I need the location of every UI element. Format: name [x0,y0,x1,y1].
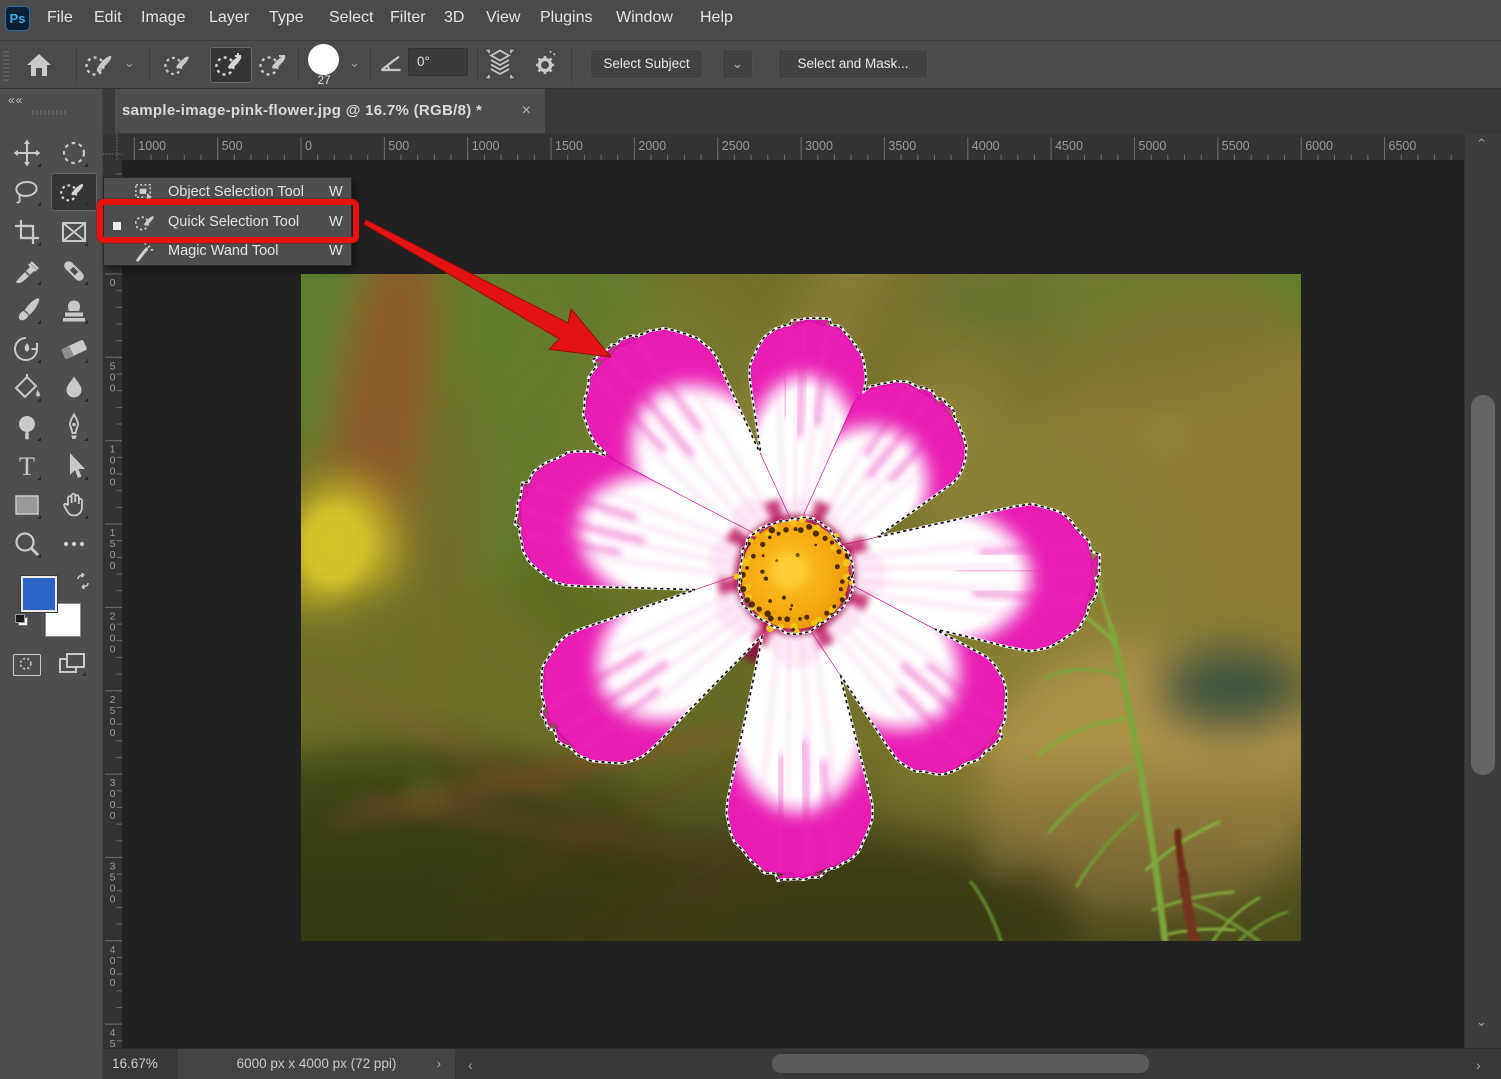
svg-text:5500: 5500 [1222,139,1250,153]
svg-text:3000: 3000 [805,139,833,153]
svg-text:0: 0 [110,277,116,289]
svg-text:500: 500 [388,139,409,153]
svg-text:1000: 1000 [472,139,500,153]
svg-text:T: T [19,452,35,481]
svg-text:0: 0 [110,810,116,822]
svg-text:3500: 3500 [888,139,916,153]
svg-text:0: 0 [110,382,116,394]
svg-text:1000: 1000 [138,139,166,153]
svg-text:0: 0 [110,977,116,989]
svg-text:0: 0 [110,643,116,655]
svg-text:0: 0 [110,727,116,739]
svg-text:0: 0 [110,893,116,905]
svg-text:5000: 5000 [1139,139,1167,153]
svg-text:1500: 1500 [555,139,583,153]
svg-text:4000: 4000 [972,139,1000,153]
svg-text:500: 500 [222,139,243,153]
svg-text:0: 0 [110,477,116,489]
svg-text:6000: 6000 [1305,139,1333,153]
svg-text:2000: 2000 [638,139,666,153]
svg-text:2500: 2500 [722,139,750,153]
svg-text:0: 0 [110,560,116,572]
svg-text:0: 0 [305,139,312,153]
svg-text:5: 5 [110,1038,116,1048]
svg-text:6500: 6500 [1389,139,1417,153]
svg-text:4500: 4500 [1055,139,1083,153]
